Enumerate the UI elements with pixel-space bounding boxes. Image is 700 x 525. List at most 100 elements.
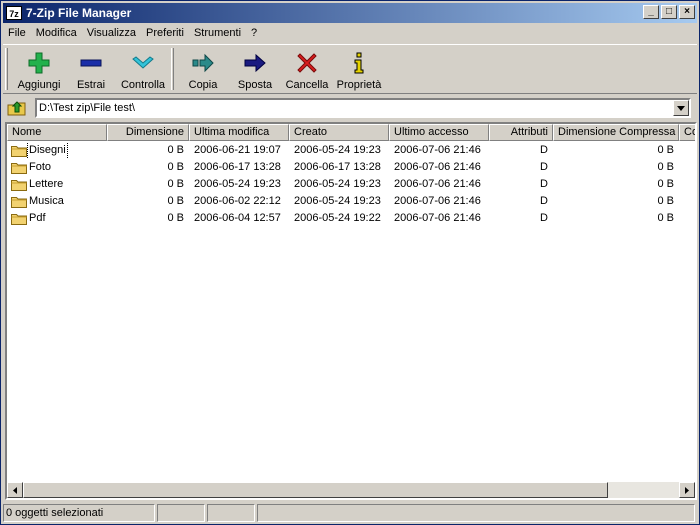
- column-ultimo-accesso[interactable]: Ultimo accesso: [389, 124, 489, 141]
- extract-label: Estrai: [76, 79, 106, 91]
- delete-label: Cancella: [285, 79, 329, 91]
- file-name: Disegni: [27, 142, 68, 159]
- menu-bar: File Modifica Visualizza Preferiti Strum…: [3, 24, 262, 42]
- app-7zip-icon: 7z: [6, 6, 22, 20]
- column-dimensione-compressa[interactable]: Dimensione Compressa: [553, 124, 679, 141]
- address-dropdown-button[interactable]: [673, 100, 689, 116]
- table-row[interactable]: Lettere 0 B 2006-05-24 19:23 2006-05-24 …: [7, 176, 695, 193]
- file-accessed: 2006-07-06 21:46: [394, 178, 481, 190]
- main-window: 7z 7-Zip File Manager _ □ × File Modific…: [0, 0, 700, 525]
- file-name: Musica: [29, 195, 64, 207]
- delete-button[interactable]: Cancella: [281, 47, 333, 93]
- file-packed-size: 0 B: [657, 195, 674, 207]
- window-title: 7-Zip File Manager: [26, 6, 132, 20]
- file-created: 2006-05-24 19:22: [294, 212, 381, 224]
- file-attributes: D: [540, 161, 548, 173]
- file-modified: 2006-05-24 19:23: [194, 178, 281, 190]
- arrow-right-icon: [685, 486, 689, 494]
- column-commento[interactable]: Co: [679, 124, 695, 141]
- copy-label: Copia: [188, 79, 218, 91]
- address-combo[interactable]: D:\Test zip\File test\: [35, 98, 691, 118]
- table-row[interactable]: Musica 0 B 2006-06-02 22:12 2006-05-24 1…: [7, 193, 695, 210]
- file-accessed: 2006-07-06 21:46: [394, 144, 481, 156]
- column-ultima-modifica[interactable]: Ultima modifica: [189, 124, 289, 141]
- file-modified: 2006-06-02 22:12: [194, 195, 281, 207]
- column-header: Nome Dimensione Ultima modifica Creato U…: [7, 124, 695, 141]
- move-button[interactable]: Sposta: [229, 47, 281, 93]
- address-bar: D:\Test zip\File test\: [3, 96, 697, 120]
- add-button[interactable]: Aggiungi: [13, 47, 65, 93]
- table-row[interactable]: Disegni 0 B 2006-06-21 19:07 2006-05-24 …: [7, 142, 695, 159]
- file-packed-size: 0 B: [657, 212, 674, 224]
- toolbar: Aggiungi Estrai Controlla Copia Sposta C…: [3, 44, 697, 94]
- status-panel-4: [257, 504, 695, 522]
- menu-visualizza[interactable]: Visualizza: [82, 24, 141, 42]
- file-name: Lettere: [29, 178, 64, 190]
- toolbar-grip[interactable]: [5, 48, 8, 90]
- status-panel-3: [207, 504, 255, 522]
- column-dimensione[interactable]: Dimensione: [107, 124, 189, 141]
- plus-icon: [28, 52, 50, 74]
- menu-strumenti[interactable]: Strumenti: [189, 24, 246, 42]
- chevron-down-icon: [677, 105, 685, 111]
- copy-button[interactable]: Copia: [177, 47, 229, 93]
- menu-modifica[interactable]: Modifica: [31, 24, 82, 42]
- file-list[interactable]: Nome Dimensione Ultima modifica Creato U…: [5, 122, 697, 500]
- up-folder-button[interactable]: [6, 98, 28, 118]
- file-attributes: D: [540, 144, 548, 156]
- file-size: 0 B: [167, 178, 184, 190]
- minus-icon: [80, 59, 102, 67]
- table-row[interactable]: Foto 0 B 2006-06-17 13:28 2006-06-17 13:…: [7, 159, 695, 176]
- file-modified: 2006-06-04 12:57: [194, 212, 281, 224]
- file-accessed: 2006-07-06 21:46: [394, 161, 481, 173]
- properties-label: Proprietà: [336, 79, 382, 91]
- status-panel-2: [157, 504, 205, 522]
- move-label: Sposta: [237, 79, 273, 91]
- scroll-left-button[interactable]: [7, 482, 23, 498]
- minimize-button[interactable]: _: [643, 5, 659, 19]
- test-label: Controlla: [120, 79, 166, 91]
- folder-icon: [11, 197, 27, 208]
- folder-icon: [11, 146, 27, 157]
- file-modified: 2006-06-17 13:28: [194, 161, 281, 173]
- file-size: 0 B: [167, 144, 184, 156]
- delete-x-icon: [297, 53, 317, 73]
- file-modified: 2006-06-21 19:07: [194, 144, 281, 156]
- menu-file[interactable]: File: [3, 24, 31, 42]
- address-path: D:\Test zip\File test\: [39, 102, 135, 114]
- file-size: 0 B: [167, 195, 184, 207]
- close-button[interactable]: ×: [679, 5, 695, 19]
- file-created: 2006-06-17 13:28: [294, 161, 381, 173]
- file-created: 2006-05-24 19:23: [294, 178, 381, 190]
- folder-icon: [11, 180, 27, 191]
- horizontal-scrollbar[interactable]: [7, 482, 695, 498]
- menu-preferiti[interactable]: Preferiti: [141, 24, 189, 42]
- test-button[interactable]: Controlla: [117, 47, 169, 93]
- file-name: Foto: [29, 161, 52, 173]
- extract-button[interactable]: Estrai: [65, 47, 117, 93]
- maximize-button[interactable]: □: [661, 5, 677, 19]
- file-rows: Disegni 0 B 2006-06-21 19:07 2006-05-24 …: [7, 142, 695, 227]
- properties-button[interactable]: Proprietà: [333, 47, 385, 93]
- status-bar: 0 oggetti selezionati: [3, 503, 697, 523]
- move-arrow-icon: [244, 53, 266, 73]
- file-name: Pdf: [29, 212, 46, 224]
- menu-help[interactable]: ?: [246, 24, 262, 42]
- title-bar[interactable]: 7z 7-Zip File Manager _ □ ×: [3, 3, 697, 23]
- arrow-left-icon: [13, 486, 17, 494]
- file-created: 2006-05-24 19:23: [294, 144, 381, 156]
- file-packed-size: 0 B: [657, 178, 674, 190]
- folder-icon: [11, 163, 27, 174]
- file-size: 0 B: [167, 161, 184, 173]
- file-packed-size: 0 B: [657, 161, 674, 173]
- file-packed-size: 0 B: [657, 144, 674, 156]
- toolbar-grip-2[interactable]: [171, 48, 174, 90]
- column-creato[interactable]: Creato: [289, 124, 389, 141]
- file-attributes: D: [540, 195, 548, 207]
- column-nome[interactable]: Nome: [7, 124, 107, 141]
- table-row[interactable]: Pdf 0 B 2006-06-04 12:57 2006-05-24 19:2…: [7, 210, 695, 227]
- column-attributi[interactable]: Attributi: [489, 124, 553, 141]
- scroll-right-button[interactable]: [679, 482, 695, 498]
- file-attributes: D: [540, 212, 548, 224]
- scroll-thumb[interactable]: [23, 482, 608, 498]
